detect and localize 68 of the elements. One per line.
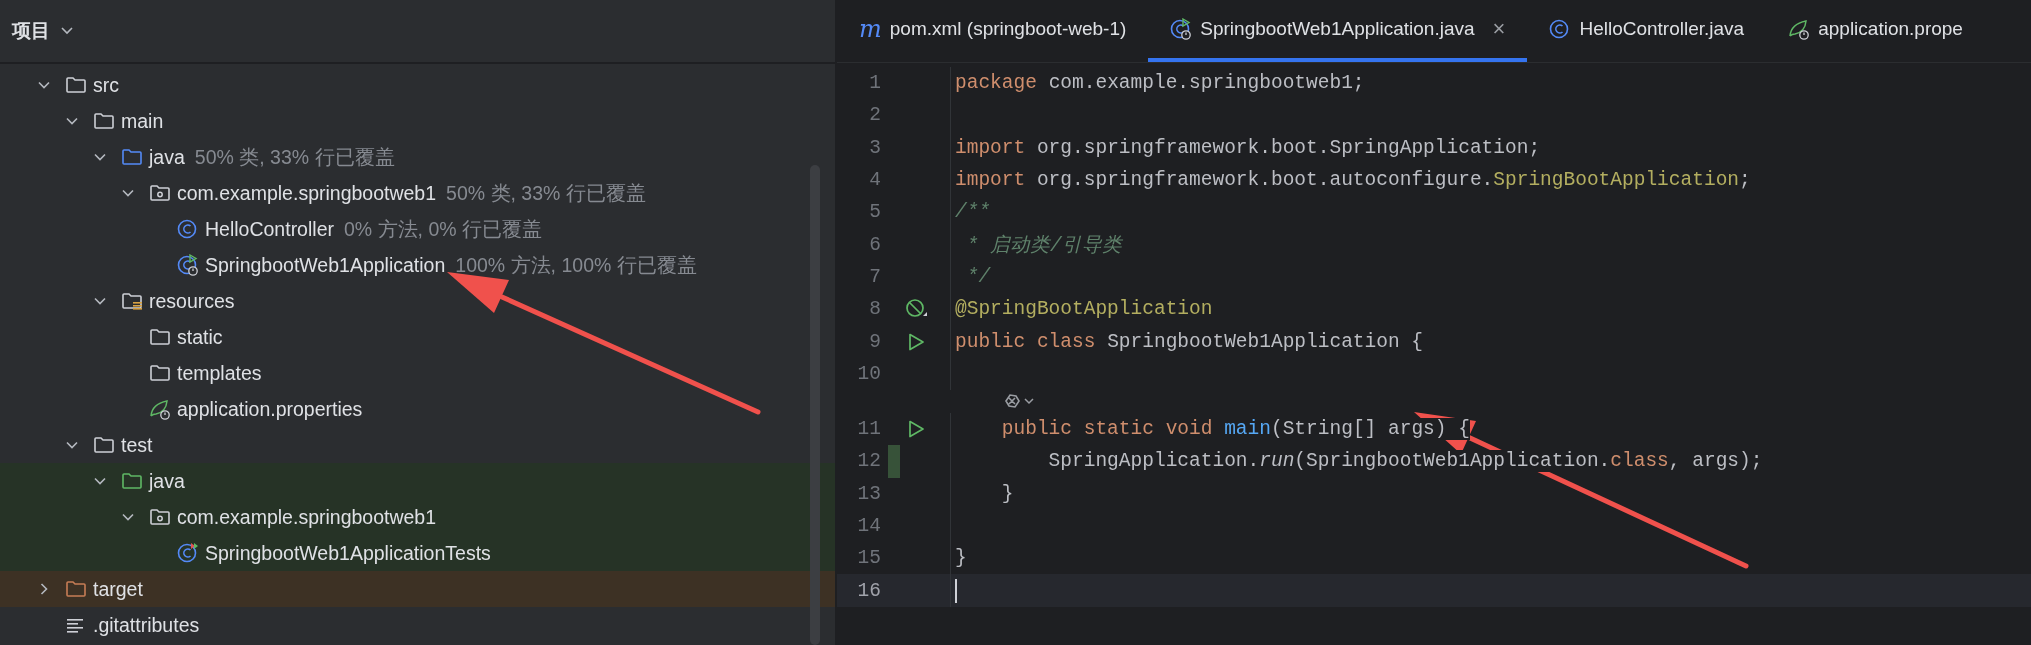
- package-icon: [149, 183, 171, 203]
- line-number: 1: [868, 72, 881, 95]
- folder-icon: [121, 147, 143, 167]
- folder-icon: [93, 435, 115, 455]
- text-cursor: [955, 578, 957, 603]
- line-number: 5: [868, 201, 881, 224]
- line-number: 11: [856, 418, 881, 441]
- package-icon: [149, 507, 171, 527]
- leaf-icon: [149, 398, 171, 420]
- tree-item-label[interactable]: src: [93, 73, 119, 97]
- coverage-label: 0% 方法, 0% 行已覆盖: [343, 216, 542, 242]
- folder-icon: [121, 291, 143, 311]
- line-number: 15: [856, 547, 881, 570]
- coverage-label: 50% 类, 33% 行已覆盖: [446, 180, 646, 206]
- coverage-label: 50% 类, 33% 行已覆盖: [194, 144, 395, 170]
- class-icon: [1170, 18, 1193, 40]
- line-number: 8: [868, 298, 881, 321]
- panel-title[interactable]: 项目: [12, 18, 50, 44]
- tree-item-label[interactable]: .gitattributes: [93, 613, 200, 637]
- tree-item-label[interactable]: SpringbootWeb1ApplicationTests: [205, 541, 491, 565]
- folder-icon: [93, 111, 115, 131]
- tree-item-label[interactable]: resources: [149, 289, 235, 313]
- class-icon: [177, 218, 199, 240]
- change-marker[interactable]: [888, 445, 900, 478]
- line-number: 4: [868, 169, 881, 192]
- close-button[interactable]: ×: [1492, 16, 1506, 42]
- editor-tab[interactable]: SpringbootWeb1Application.java ×: [1148, 0, 1528, 62]
- tree-item-label[interactable]: java: [149, 469, 185, 493]
- line-number: 12: [856, 450, 881, 473]
- tree-item-label[interactable]: HelloController: [205, 217, 334, 241]
- tree-item-label[interactable]: main: [121, 109, 164, 133]
- tree-row-highlight[interactable]: target: [0, 571, 835, 607]
- line-number: 2: [868, 104, 881, 127]
- folder-icon: [121, 471, 143, 491]
- line-number: 13: [856, 482, 881, 505]
- editor-tab[interactable]: application.prope: [1766, 0, 1985, 62]
- tree-item-label[interactable]: templates: [177, 361, 262, 385]
- tree-item-label[interactable]: application.properties: [177, 397, 363, 421]
- leaf-icon: [1788, 18, 1811, 40]
- line-number: 7: [868, 265, 881, 288]
- tree-item-label[interactable]: test: [121, 433, 153, 457]
- scrollbar-thumb[interactable]: [810, 165, 820, 645]
- folder-icon: [149, 363, 171, 383]
- tree-item-label[interactable]: target: [93, 577, 143, 601]
- class-icon: [177, 254, 199, 276]
- folder-icon: [65, 75, 87, 95]
- tree-row-highlight[interactable]: SpringbootWeb1ApplicationTests: [0, 535, 835, 571]
- line-number: 14: [856, 515, 881, 537]
- coverage-label: 100% 方法, 100% 行已覆盖: [455, 252, 697, 278]
- tree-item-label[interactable]: com.example.springbootweb1: [177, 505, 437, 529]
- tree-item-label[interactable]: com.example.springbootweb1: [177, 181, 437, 205]
- tree-item-label[interactable]: static: [177, 325, 223, 349]
- class-icon: [177, 542, 199, 564]
- line-number: 10: [856, 362, 881, 385]
- line-number: 6: [868, 233, 881, 256]
- tree-row-highlight[interactable]: com.example.springbootweb1: [0, 499, 835, 535]
- line-number: 9: [868, 330, 881, 353]
- folder-icon: [65, 579, 87, 599]
- folder-icon: [149, 327, 171, 347]
- line-number: 3: [868, 136, 881, 159]
- editor-tab[interactable]: m pom.xml (springboot-web-1): [837, 0, 1149, 62]
- tree-item-label[interactable]: SpringbootWeb1Application: [205, 253, 446, 277]
- editor-tab[interactable]: HelloController.java: [1527, 0, 1767, 62]
- line-number: 16: [856, 579, 881, 602]
- tree-item-label[interactable]: java: [149, 145, 185, 169]
- chevron-down-icon[interactable]: [60, 26, 74, 36]
- inlay-hint-icon[interactable]: [1003, 392, 1037, 411]
- tree-row-highlight[interactable]: java: [0, 463, 835, 499]
